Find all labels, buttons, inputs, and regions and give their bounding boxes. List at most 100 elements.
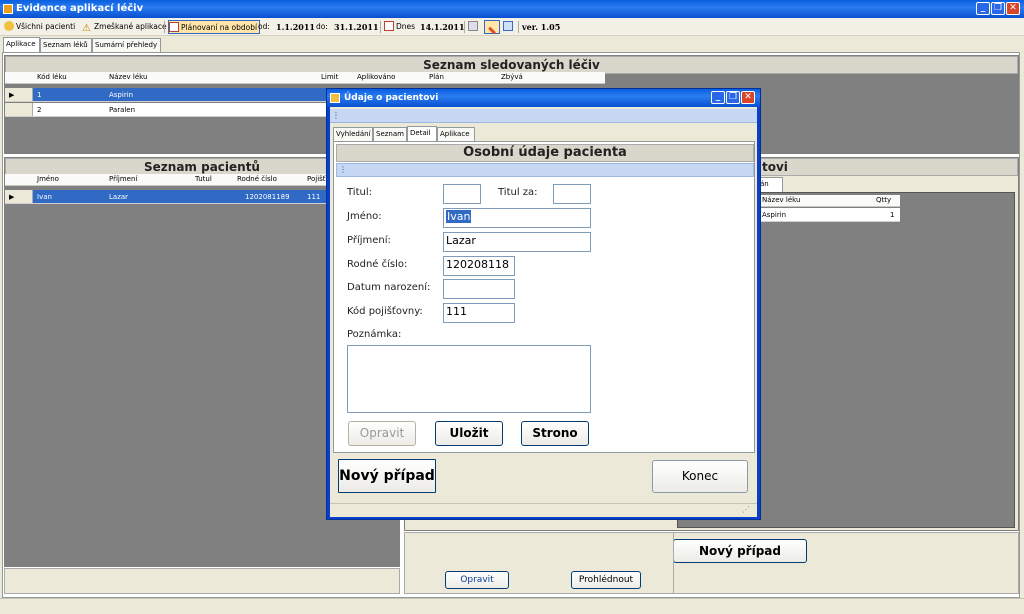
col-header[interactable]: Zbývá — [501, 73, 523, 81]
drug-code: 1 — [37, 91, 42, 99]
col-header[interactable]: Qtty — [876, 196, 891, 204]
strono-button[interactable]: Strono — [521, 421, 589, 446]
resize-grip-icon[interactable]: ⋰ — [742, 505, 750, 514]
pojistovna-field[interactable]: 111 — [443, 303, 515, 323]
status-bar — [0, 598, 1024, 614]
minimize-button[interactable]: _ — [976, 2, 990, 15]
patient-apps-title: tovi — [755, 158, 1018, 176]
patient-rc: 1202081189 — [245, 193, 290, 201]
titul-za-field[interactable] — [553, 184, 591, 204]
new-case-button[interactable]: Nový případ — [673, 539, 807, 563]
grip-icon: ⋮ — [339, 165, 347, 174]
patient-apps-footer: Nový případ Opravit Prohlédnout — [404, 532, 1019, 594]
separator — [164, 21, 165, 33]
close-button[interactable]: ✕ — [1006, 2, 1020, 15]
col-header[interactable]: Plán — [429, 73, 444, 81]
separator — [464, 21, 465, 33]
from-label: od: — [258, 22, 270, 31]
row-pointer-icon: ▶ — [9, 91, 15, 99]
datum-label: Datum narození: — [347, 282, 431, 293]
dialog-close-button[interactable]: ✕ — [741, 91, 755, 104]
konec-button[interactable]: Konec — [652, 460, 748, 493]
novy-pripad-button[interactable]: Nový případ — [338, 459, 436, 493]
tab-seznam[interactable]: Seznam — [373, 127, 407, 141]
drug-code: 2 — [37, 106, 42, 114]
tab-aplikace[interactable]: Aplikace — [3, 37, 40, 52]
edit-button[interactable]: Opravit — [445, 571, 509, 589]
row-pointer-icon: ▶ — [9, 193, 15, 201]
prijmeni-field[interactable]: Lazar — [443, 232, 591, 252]
col-header[interactable]: Rodné číslo — [237, 175, 277, 183]
dialog-maximize-button[interactable]: ❐ — [726, 91, 740, 104]
today-button[interactable]: Dnes — [384, 20, 415, 34]
view-button[interactable]: Prohlédnout — [571, 571, 641, 589]
dialog-icon — [330, 93, 340, 103]
tab-vyhledani[interactable]: Vyhledání — [333, 127, 373, 141]
planning-label: Plánovaní na období — [181, 23, 258, 32]
printer-icon — [468, 21, 478, 31]
col-header[interactable]: Název léku — [762, 196, 800, 204]
col-header[interactable]: Příjmení — [109, 175, 137, 183]
window-icon — [503, 21, 513, 31]
titul-label: Titul: — [347, 187, 372, 198]
tool-button[interactable] — [484, 20, 500, 35]
all-patients-button[interactable]: Všichni pacienti — [4, 20, 75, 34]
to-date[interactable]: 31.1.2011 — [334, 20, 379, 34]
rc-field[interactable]: 120208118 — [443, 256, 515, 276]
patient-dialog: Údaje o pacientovi _ ❐ ✕ ⋮ Vyhledání Sez… — [326, 88, 761, 520]
dialog-body: ⋮ Vyhledání Seznam Detail Aplikace Osobn… — [330, 107, 757, 517]
titul-field[interactable] — [443, 184, 481, 204]
col-header[interactable]: Tutul — [195, 175, 212, 183]
separator — [380, 21, 381, 33]
detail-page: Osobní údaje pacienta ⋮ Titul: Titul za:… — [333, 141, 755, 453]
dialog-titlebar[interactable]: Údaje o pacientovi _ ❐ ✕ — [327, 89, 760, 107]
app-row[interactable]: Aspirin 1 — [760, 208, 900, 222]
dialog-minimize-button[interactable]: _ — [711, 91, 725, 104]
tool-icon — [488, 26, 496, 35]
version-label: ver. 1.05 — [522, 22, 561, 32]
calendar-icon — [384, 21, 394, 31]
jmeno-field[interactable]: Ivan — [443, 208, 591, 228]
drug-name: Paralen — [109, 106, 136, 114]
today-date: 14.1.2011 — [420, 22, 465, 32]
patients-footer — [4, 568, 400, 594]
col-header[interactable]: Aplikováno — [357, 73, 395, 81]
col-header[interactable]: Kód léku — [37, 73, 67, 81]
planning-button[interactable]: Plánovaní na období — [168, 20, 261, 34]
warning-icon: ⚠ — [82, 23, 91, 34]
window-button[interactable] — [503, 20, 515, 34]
maximize-button[interactable]: ❐ — [991, 2, 1005, 15]
tab-seznam-leku[interactable]: Seznam léků — [40, 38, 92, 52]
datum-field[interactable] — [443, 279, 515, 299]
section-strip: ⋮ — [336, 163, 754, 177]
dialog-statusbar: ⋰ — [330, 503, 757, 517]
col-header[interactable]: Limit — [321, 73, 338, 81]
patient-name: Ivan — [37, 193, 52, 201]
from-date[interactable]: 1.1.2011 — [276, 20, 315, 34]
opravit-button[interactable]: Opravit — [348, 421, 416, 446]
app-titlebar[interactable]: Evidence aplikací léčiv _ ❐ ✕ — [0, 0, 1024, 18]
poznamka-textarea[interactable] — [347, 345, 591, 413]
titul-za-label: Titul za: — [498, 187, 538, 198]
app-icon — [3, 4, 13, 14]
app-drug: Aspirin — [762, 211, 787, 219]
patients-icon — [4, 21, 14, 31]
tab-aplikace-dialog[interactable]: Aplikace — [437, 127, 475, 141]
ulozit-button[interactable]: Uložit — [435, 421, 503, 446]
missed-apps-button[interactable]: ⚠ Zmeškané aplikace — [82, 20, 167, 34]
patient-insurance: 111 — [307, 193, 321, 201]
tab-detail[interactable]: Detail — [407, 126, 437, 141]
dialog-tabs: Vyhledání Seznam Detail Aplikace — [333, 126, 753, 141]
separator — [518, 21, 519, 33]
jmeno-label: Jméno: — [347, 211, 382, 222]
poznamka-label: Poznámka: — [347, 329, 402, 340]
print-button[interactable] — [468, 20, 480, 34]
col-header[interactable]: Pojišť — [307, 175, 326, 183]
jmeno-value: Ivan — [446, 210, 472, 223]
window-title: Evidence aplikací léčiv — [16, 3, 144, 14]
col-header[interactable]: Jméno — [37, 175, 59, 183]
missed-apps-label: Zmeškané aplikace — [94, 22, 167, 31]
app-qty: 1 — [890, 211, 895, 219]
tab-sumarni-prehledy[interactable]: Sumární přehledy — [92, 38, 161, 52]
col-header[interactable]: Název léku — [109, 73, 147, 81]
